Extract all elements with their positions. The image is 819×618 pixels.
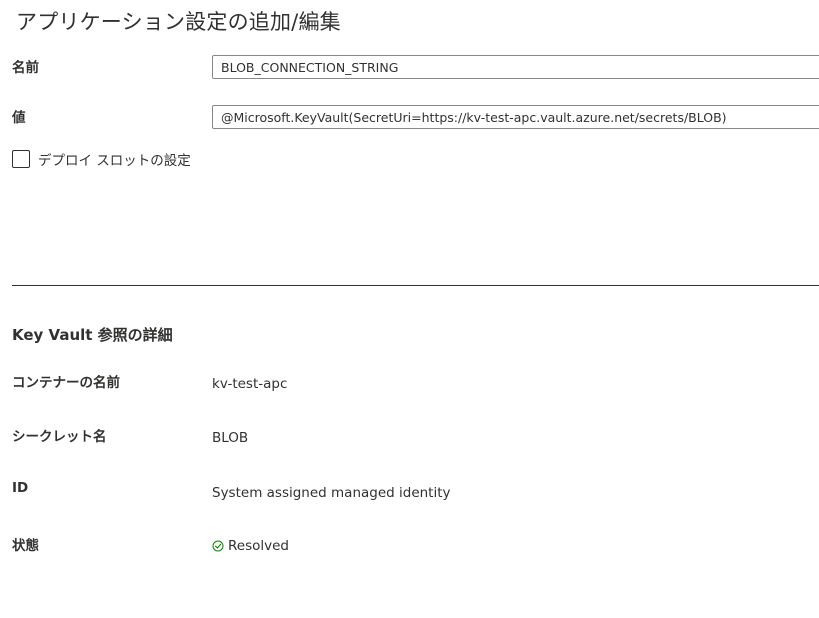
- secret-name-value: BLOB: [212, 430, 249, 446]
- name-input[interactable]: [212, 55, 819, 79]
- status-text: Resolved: [228, 538, 289, 554]
- page-title: アプリケーション設定の追加/編集: [16, 10, 341, 34]
- identity-label: ID: [12, 480, 29, 496]
- app-setting-editor: アプリケーション設定の追加/編集 名前 値 デプロイ スロットの設定 Key V…: [0, 0, 819, 618]
- status-badge: Resolved: [212, 538, 289, 554]
- status-label: 状態: [12, 538, 39, 554]
- value-label: 値: [12, 110, 26, 126]
- slot-setting-checkbox[interactable]: デプロイ スロットの設定: [12, 149, 191, 169]
- container-name-label: コンテナーの名前: [12, 375, 120, 391]
- secret-name-label: シークレット名: [12, 429, 107, 445]
- keyvault-section-title: Key Vault 参照の詳細: [12, 326, 173, 344]
- name-label: 名前: [12, 60, 39, 76]
- identity-value: System assigned managed identity: [212, 485, 451, 501]
- section-divider: [12, 285, 819, 286]
- slot-setting-label: デプロイ スロットの設定: [38, 153, 191, 169]
- value-input[interactable]: [212, 105, 819, 129]
- check-circle-icon: [212, 540, 224, 552]
- checkbox-box[interactable]: [12, 150, 30, 168]
- container-name-value: kv-test-apc: [212, 376, 288, 392]
